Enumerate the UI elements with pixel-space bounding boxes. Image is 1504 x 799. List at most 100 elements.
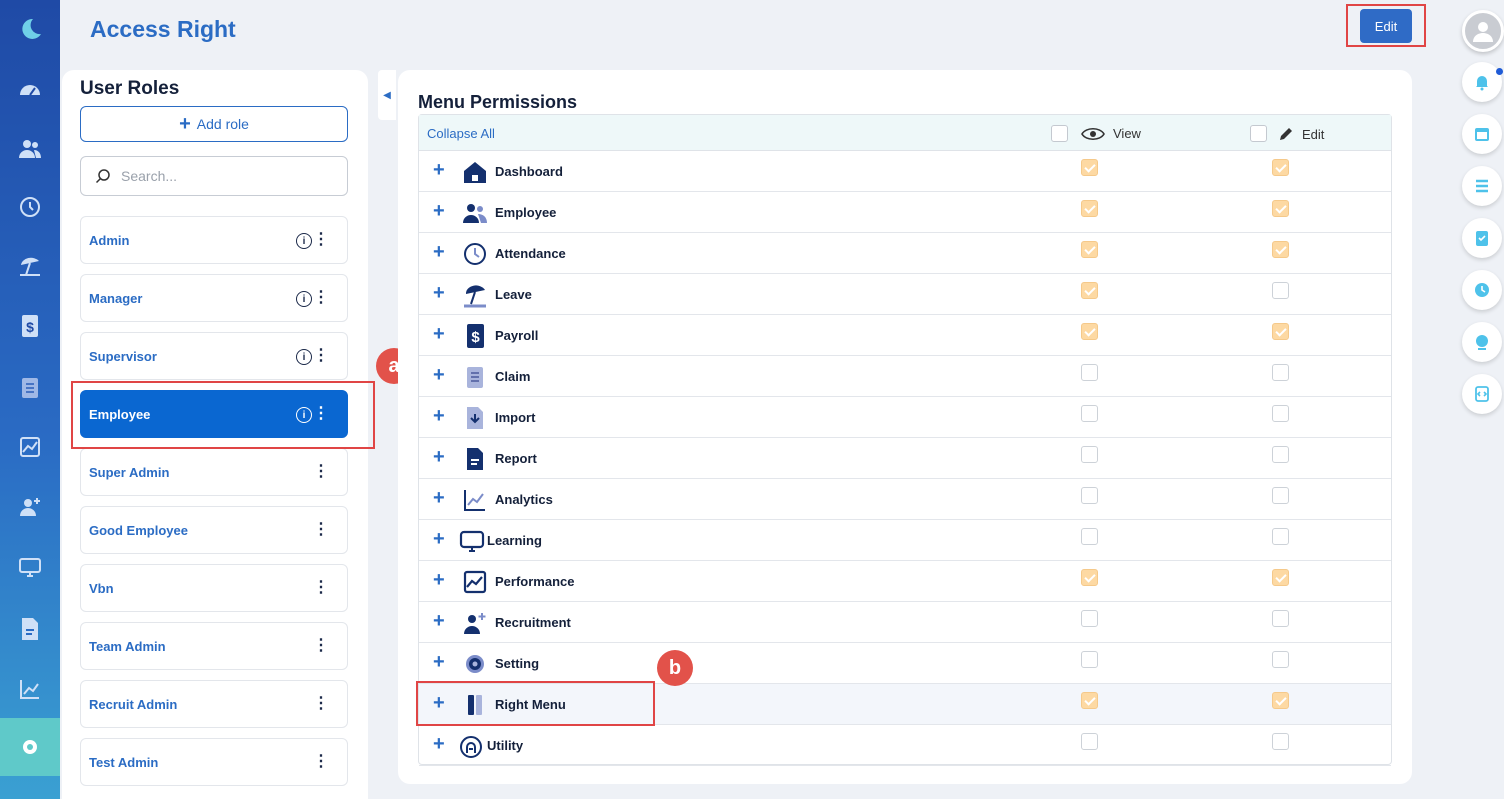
expand-icon[interactable]: +: [433, 242, 445, 262]
role-item[interactable]: Recruit Admin ⋮: [80, 680, 348, 728]
collapse-panel-toggle[interactable]: ◀: [378, 70, 396, 120]
expand-icon[interactable]: +: [433, 365, 445, 385]
expand-icon[interactable]: +: [433, 611, 445, 631]
more-options-icon[interactable]: ⋮: [313, 695, 329, 713]
info-icon[interactable]: i: [296, 291, 312, 307]
collapse-all-link[interactable]: Collapse All: [427, 126, 495, 141]
menu-permissions-panel: Menu Permissions Collapse All View Edit …: [398, 70, 1412, 784]
globe-button[interactable]: [1462, 322, 1502, 362]
list-button[interactable]: [1462, 166, 1502, 206]
expand-icon[interactable]: +: [433, 406, 445, 426]
nav-payroll[interactable]: $: [0, 297, 60, 355]
more-options-icon[interactable]: ⋮: [313, 463, 329, 481]
edit-checkbox[interactable]: [1272, 282, 1289, 299]
role-label: Admin: [89, 232, 130, 248]
more-options-icon[interactable]: ⋮: [313, 231, 329, 249]
user-avatar[interactable]: [1462, 10, 1504, 52]
role-item[interactable]: Supervisor i ⋮: [80, 332, 348, 380]
edit-button[interactable]: Edit: [1360, 9, 1412, 43]
edit-highlight-box: Edit: [1346, 4, 1426, 47]
expand-icon[interactable]: +: [433, 488, 445, 508]
add-role-button[interactable]: + Add role: [80, 106, 348, 142]
expand-icon[interactable]: +: [433, 283, 445, 303]
edit-checkbox[interactable]: [1272, 446, 1289, 463]
edit-checkbox[interactable]: [1272, 159, 1289, 176]
nav-learning[interactable]: [0, 538, 60, 596]
utility-icon: [460, 736, 482, 758]
view-checkbox[interactable]: [1081, 364, 1098, 381]
edit-checkbox[interactable]: [1272, 487, 1289, 504]
view-checkbox[interactable]: [1081, 405, 1098, 422]
view-all-checkbox[interactable]: [1051, 125, 1068, 142]
role-search-input[interactable]: [121, 168, 321, 184]
view-checkbox[interactable]: [1081, 200, 1098, 217]
role-item[interactable]: Good Employee ⋮: [80, 506, 348, 554]
more-options-icon[interactable]: ⋮: [313, 753, 329, 771]
info-icon[interactable]: i: [296, 349, 312, 365]
role-item[interactable]: Vbn ⋮: [80, 564, 348, 612]
view-checkbox[interactable]: [1081, 487, 1098, 504]
notification-button[interactable]: [1462, 62, 1502, 102]
edit-checkbox[interactable]: [1272, 610, 1289, 627]
permission-row-label: Dashboard: [495, 164, 563, 179]
code-button[interactable]: [1462, 374, 1502, 414]
more-options-icon[interactable]: ⋮: [313, 579, 329, 597]
nav-attendance[interactable]: [0, 178, 60, 236]
permission-row: + Report: [419, 438, 1391, 479]
clock-button[interactable]: [1462, 270, 1502, 310]
role-item[interactable]: Team Admin ⋮: [80, 622, 348, 670]
app-logo[interactable]: [0, 0, 60, 58]
view-checkbox[interactable]: [1081, 651, 1098, 668]
role-item[interactable]: Manager i ⋮: [80, 274, 348, 322]
expand-icon[interactable]: +: [433, 529, 445, 549]
edit-all-checkbox[interactable]: [1250, 125, 1267, 142]
nav-performance[interactable]: [0, 418, 60, 476]
expand-icon[interactable]: +: [433, 652, 445, 672]
calendar-button[interactable]: [1462, 114, 1502, 154]
edit-checkbox[interactable]: [1272, 200, 1289, 217]
edit-checkbox[interactable]: [1272, 733, 1289, 750]
expand-icon[interactable]: +: [433, 201, 445, 221]
nav-leave[interactable]: [0, 237, 60, 295]
expand-icon[interactable]: +: [433, 324, 445, 344]
view-checkbox[interactable]: [1081, 159, 1098, 176]
expand-icon[interactable]: +: [433, 570, 445, 590]
info-icon[interactable]: i: [296, 233, 312, 249]
expand-icon[interactable]: +: [433, 160, 445, 180]
more-options-icon[interactable]: ⋮: [313, 347, 329, 365]
edit-checkbox[interactable]: [1272, 364, 1289, 381]
more-options-icon[interactable]: ⋮: [313, 521, 329, 539]
edit-checkbox[interactable]: [1272, 323, 1289, 340]
edit-checkbox[interactable]: [1272, 528, 1289, 545]
task-button[interactable]: [1462, 218, 1502, 258]
view-checkbox[interactable]: [1081, 569, 1098, 586]
nav-employee[interactable]: [0, 120, 60, 178]
role-item[interactable]: Admin i ⋮: [80, 216, 348, 264]
view-checkbox[interactable]: [1081, 282, 1098, 299]
role-item[interactable]: Test Admin ⋮: [80, 738, 348, 786]
more-options-icon[interactable]: ⋮: [313, 637, 329, 655]
edit-checkbox[interactable]: [1272, 651, 1289, 668]
view-checkbox[interactable]: [1081, 241, 1098, 258]
edit-checkbox[interactable]: [1272, 405, 1289, 422]
role-item[interactable]: Super Admin ⋮: [80, 448, 348, 496]
expand-icon[interactable]: +: [433, 447, 445, 467]
nav-recruitment[interactable]: [0, 478, 60, 536]
nav-report[interactable]: [0, 600, 60, 658]
more-options-icon[interactable]: ⋮: [313, 289, 329, 307]
nav-analytics[interactable]: [0, 660, 60, 718]
view-checkbox[interactable]: [1081, 692, 1098, 709]
edit-checkbox[interactable]: [1272, 241, 1289, 258]
edit-checkbox[interactable]: [1272, 569, 1289, 586]
nav-dashboard[interactable]: [0, 60, 60, 118]
view-checkbox[interactable]: [1081, 528, 1098, 545]
expand-icon[interactable]: +: [433, 734, 445, 754]
view-checkbox[interactable]: [1081, 733, 1098, 750]
nav-claim[interactable]: [0, 358, 60, 416]
view-checkbox[interactable]: [1081, 610, 1098, 627]
edit-checkbox[interactable]: [1272, 692, 1289, 709]
view-checkbox[interactable]: [1081, 446, 1098, 463]
nav-setting[interactable]: [0, 718, 60, 776]
role-label: Vbn: [89, 580, 114, 596]
view-checkbox[interactable]: [1081, 323, 1098, 340]
